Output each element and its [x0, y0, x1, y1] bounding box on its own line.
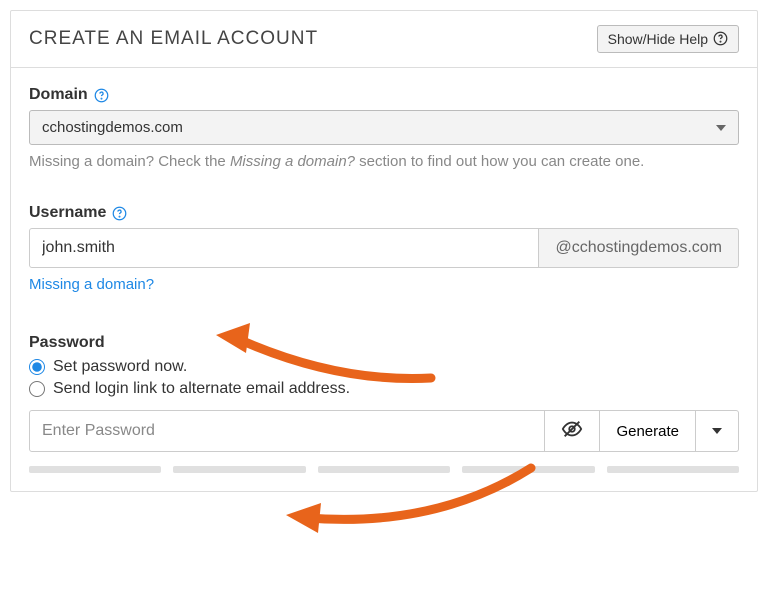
username-input[interactable]	[29, 228, 539, 268]
panel-body: Domain cchostingdemos.com Missing a doma…	[11, 68, 757, 473]
create-email-panel: CREATE AN EMAIL ACCOUNT Show/Hide Help D…	[10, 10, 758, 492]
help-button-label: Show/Hide Help	[608, 31, 708, 47]
username-field: Username @cchostingdemos.com Missing a d…	[29, 204, 739, 294]
password-label-text: Password	[29, 334, 105, 352]
hint-suffix: section to find out how you can create o…	[355, 153, 644, 170]
radio-set-password-now-input[interactable]	[29, 359, 45, 375]
chevron-down-icon	[716, 125, 726, 131]
password-strength-meter	[29, 466, 739, 473]
domain-label-text: Domain	[29, 86, 88, 104]
domain-selected-value: cchostingdemos.com	[42, 119, 183, 136]
generate-password-dropdown-button[interactable]	[696, 410, 739, 452]
generate-label: Generate	[616, 423, 679, 440]
chevron-down-icon	[712, 428, 722, 434]
strength-segment	[29, 466, 161, 473]
domain-hint: Missing a domain? Check the Missing a do…	[29, 151, 739, 172]
radio-send-login-link-label: Send login link to alternate email addre…	[53, 380, 350, 398]
password-field: Password Set password now. Send login li…	[29, 334, 739, 473]
hint-em: Missing a domain?	[230, 153, 355, 170]
radio-send-login-link-input[interactable]	[29, 381, 45, 397]
eye-slash-icon	[561, 418, 583, 444]
radio-send-login-link[interactable]: Send login link to alternate email addre…	[29, 380, 739, 398]
password-label: Password	[29, 334, 105, 352]
username-domain-suffix: @cchostingdemos.com	[539, 228, 739, 268]
username-input-group: @cchostingdemos.com	[29, 228, 739, 268]
domain-field: Domain cchostingdemos.com Missing a doma…	[29, 86, 739, 172]
password-input-row: Generate	[29, 410, 739, 452]
domain-select[interactable]: cchostingdemos.com	[29, 110, 739, 145]
question-circle-icon	[712, 31, 728, 47]
panel-title: CREATE AN EMAIL ACCOUNT	[29, 28, 318, 50]
panel-header: CREATE AN EMAIL ACCOUNT Show/Hide Help	[11, 11, 757, 68]
show-hide-help-button[interactable]: Show/Hide Help	[597, 25, 739, 53]
help-icon[interactable]	[112, 206, 127, 221]
strength-segment	[173, 466, 305, 473]
username-label: Username	[29, 204, 127, 222]
strength-segment	[318, 466, 450, 473]
domain-label: Domain	[29, 86, 109, 104]
radio-set-password-now[interactable]: Set password now.	[29, 358, 739, 376]
strength-segment	[462, 466, 594, 473]
strength-segment	[607, 466, 739, 473]
annotation-arrow-icon	[286, 463, 536, 533]
generate-password-button[interactable]: Generate	[600, 410, 696, 452]
missing-domain-link[interactable]: Missing a domain?	[29, 276, 154, 293]
password-input[interactable]	[29, 410, 545, 452]
hint-prefix: Missing a domain? Check the	[29, 153, 230, 170]
username-label-text: Username	[29, 204, 106, 222]
radio-set-password-now-label: Set password now.	[53, 358, 187, 376]
help-icon[interactable]	[94, 88, 109, 103]
toggle-password-visibility-button[interactable]	[545, 410, 600, 452]
